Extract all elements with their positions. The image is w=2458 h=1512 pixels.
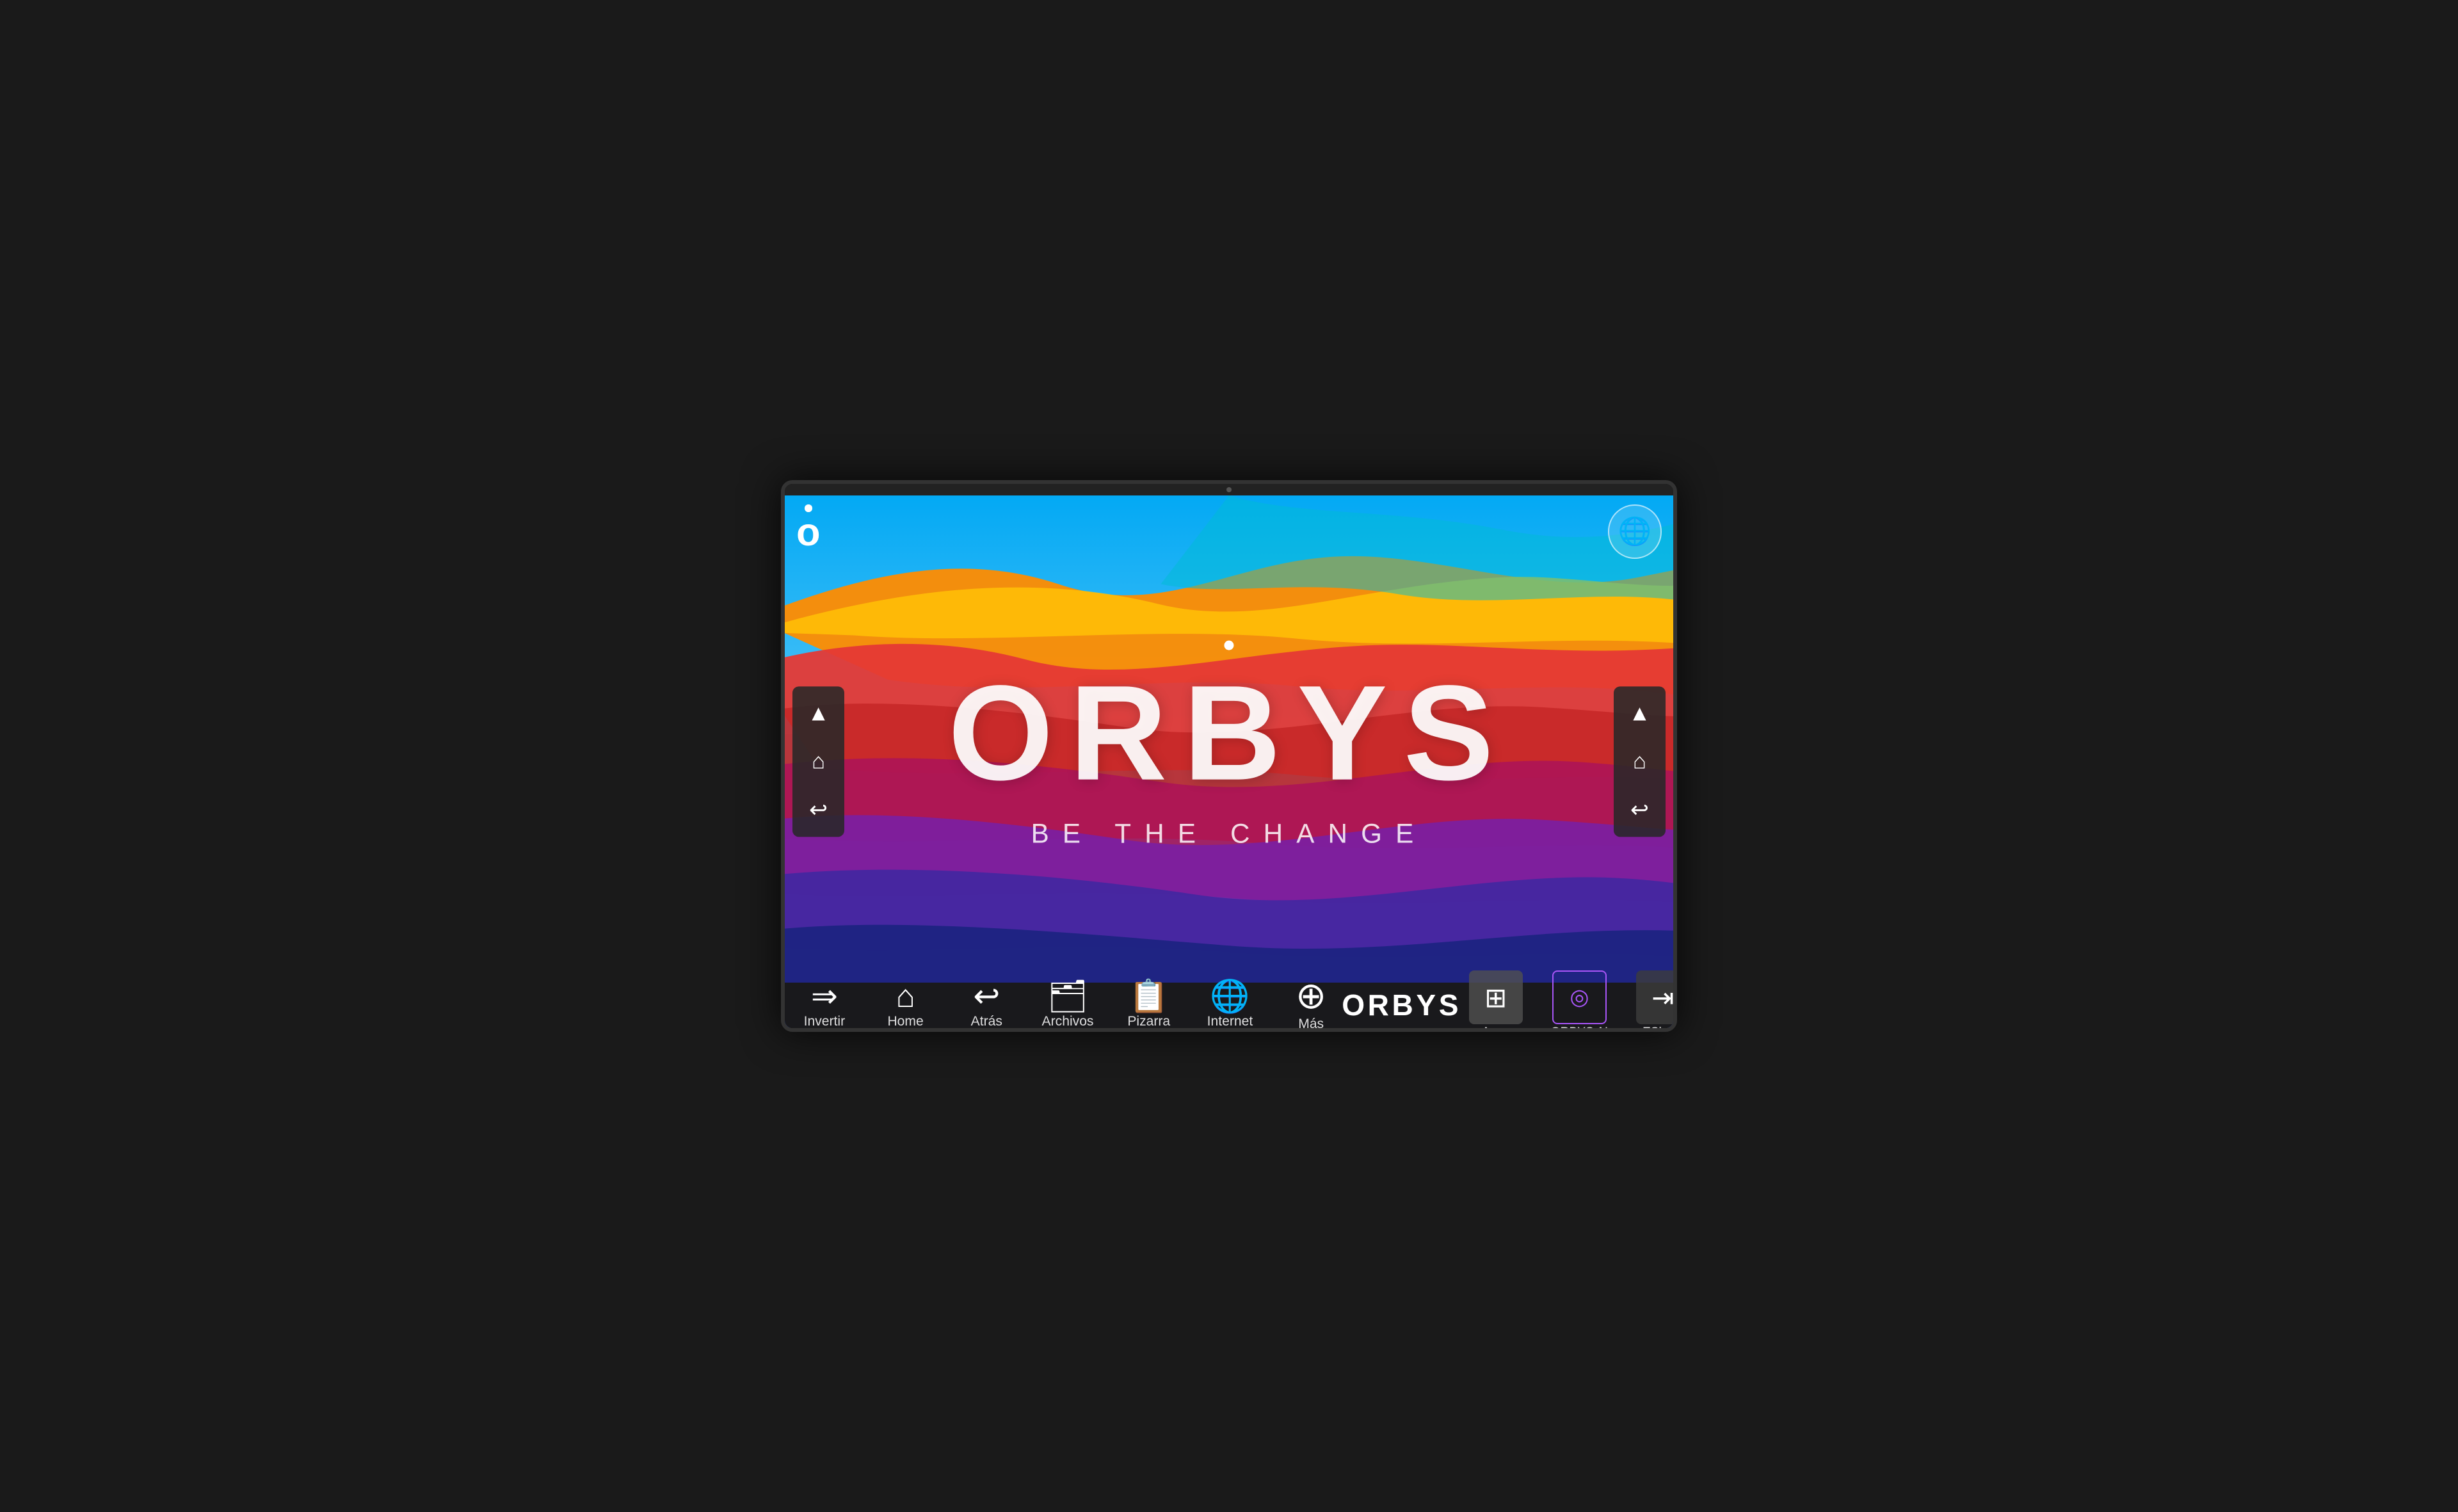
apps-button[interactable]: ⊞ Apps <box>1461 970 1530 1028</box>
atras-icon: ↩ <box>973 981 1000 1013</box>
logo-o-container: ORBYS <box>948 655 1510 811</box>
archivos-button[interactable]: 🗂 Archivos <box>1037 981 1098 1027</box>
invertir-left-label: Invertir <box>804 1014 846 1027</box>
pizarra-button[interactable]: 📋 Pizarra <box>1118 981 1180 1027</box>
taskbar: ⇒ Invertir ⌂ Home ↩ Atrás 🗂 Archivos 📋 <box>785 983 1673 1028</box>
logo-o-small: o <box>796 513 821 552</box>
atras-button[interactable]: ↩ Atrás <box>956 981 1017 1027</box>
globe-button[interactable]: 🌐 <box>1608 504 1662 558</box>
archivos-label: Archivos <box>1042 1014 1094 1027</box>
mas-icon: ⊕ <box>1296 978 1326 1015</box>
archivos-icon: 🗂 <box>1047 981 1088 1013</box>
monitor: o 🌐 ▲ ⌂ ↩ ▲ ⌂ ↩ ORBYS BE THE CHANG <box>781 480 1677 1031</box>
atras-label: Atrás <box>971 1014 1002 1027</box>
top-bar <box>785 484 1673 495</box>
mas-label: Más <box>1298 1017 1324 1028</box>
taskbar-right: ⊞ Apps ◎ ORBYS AI ⇥ EShare X Excel ◻ A <box>1461 970 1673 1028</box>
tagline: BE THE CHANGE <box>948 818 1510 849</box>
invertir-left-button[interactable]: ⇒ Invertir <box>794 981 855 1027</box>
taskbar-center-logo: ORBYS <box>1342 988 1461 1022</box>
center-logo: ORBYS BE THE CHANGE <box>948 655 1510 849</box>
left-home-button[interactable]: ⌂ <box>796 739 840 784</box>
internet-icon: 🌐 <box>1210 981 1249 1013</box>
eshare-button[interactable]: ⇥ EShare <box>1628 970 1673 1028</box>
pizarra-icon: 📋 <box>1129 981 1169 1013</box>
top-left-logo: o <box>796 504 821 552</box>
right-back-button[interactable]: ↩ <box>1618 788 1662 832</box>
internet-label: Internet <box>1207 1014 1253 1027</box>
internet-button[interactable]: 🌐 Internet <box>1199 981 1260 1027</box>
taskbar-center: ORBYS <box>1342 988 1461 1022</box>
left-sidebar: ▲ ⌂ ↩ <box>792 686 844 837</box>
invertir-left-icon: ⇒ <box>811 981 838 1013</box>
screen: o 🌐 ▲ ⌂ ↩ ▲ ⌂ ↩ ORBYS BE THE CHANG <box>785 495 1673 1027</box>
pizarra-label: Pizarra <box>1127 1014 1170 1027</box>
orbysai-button[interactable]: ◎ ORBYS AI <box>1545 970 1614 1028</box>
home-icon: ⌂ <box>896 981 915 1013</box>
camera <box>1226 487 1232 492</box>
home-label: Home <box>887 1014 923 1027</box>
left-back-button[interactable]: ↩ <box>796 788 840 832</box>
orbysai-label: ORBYS AI <box>1551 1025 1609 1027</box>
orbys-logo-text: ORBYS <box>948 655 1510 811</box>
left-up-button[interactable]: ▲ <box>796 691 840 736</box>
mas-button[interactable]: ⊕ Más <box>1280 978 1342 1027</box>
apps-label: Apps <box>1482 1025 1510 1027</box>
right-home-button[interactable]: ⌂ <box>1618 739 1662 784</box>
eshare-icon: ⇥ <box>1636 970 1673 1024</box>
taskbar-logo-text: ORBYS <box>1342 988 1461 1022</box>
home-button[interactable]: ⌂ Home <box>875 981 936 1027</box>
globe-icon: 🌐 <box>1618 516 1651 547</box>
orbysai-icon: ◎ <box>1552 970 1606 1024</box>
right-sidebar: ▲ ⌂ ↩ <box>1614 686 1666 837</box>
right-up-button[interactable]: ▲ <box>1618 691 1662 736</box>
logo-letter: ORBYS <box>948 657 1510 808</box>
taskbar-left: ⇒ Invertir ⌂ Home ↩ Atrás 🗂 Archivos 📋 <box>794 978 1342 1027</box>
apps-icon: ⊞ <box>1469 970 1523 1024</box>
eshare-label: EShare <box>1643 1025 1673 1027</box>
